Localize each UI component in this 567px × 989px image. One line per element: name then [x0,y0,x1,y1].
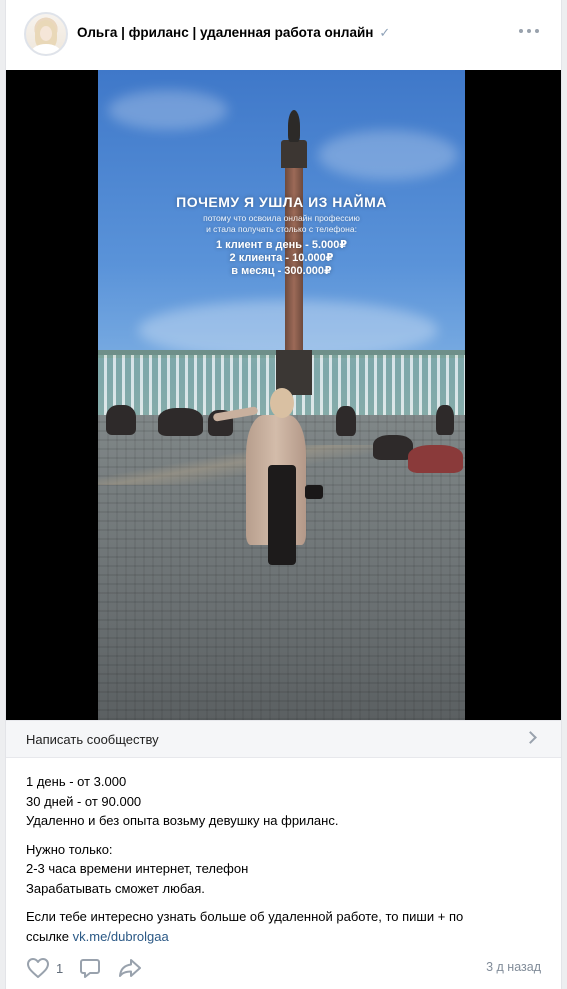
post-text: 1 день - от 3.000 30 дней - от 90.000 Уд… [26,772,546,946]
message-community-button[interactable]: Написать сообществу [6,720,561,758]
text-line: Удаленно и без опыта возьму девушку на ф… [26,813,339,828]
video-player[interactable]: ПОЧЕМУ Я УШЛА ИЗ НАЙМА потому что освоил… [6,70,561,720]
video-overlay-text: ПОЧЕМУ Я УШЛА ИЗ НАЙМА потому что освоил… [98,194,465,278]
verified-icon: ✓ [379,25,391,40]
share-button[interactable] [118,957,142,979]
text-line: 2-3 часа времени интернет, телефон [26,861,249,876]
overlay-subtitle-1: потому что освоила онлайн профессию [203,213,360,223]
overlay-line-1: 1 клиент в день - 5.000₽ [215,239,348,251]
share-icon [119,959,141,977]
text-line: ссылке vk.me/dubrolgaa [26,927,546,947]
post-timestamp[interactable]: 3 д назад [486,960,541,974]
heart-icon [27,958,49,978]
text-line: 1 день - от 3.000 [26,774,127,789]
video-frame[interactable]: ПОЧЕМУ Я УШЛА ИЗ НАЙМА потому что освоил… [98,70,465,720]
chevron-right-icon [524,731,537,744]
profile-link[interactable]: vk.me/dubrolgaa [73,929,169,944]
overlay-line-2: 2 клиента - 10.000₽ [229,252,334,264]
author-avatar[interactable] [24,12,68,56]
link-prefix: ссылке [26,928,69,944]
post-header: Ольга | фриланс | удаленная работа онлай… [6,0,561,70]
text-line: Зарабатывать сможет любая. [26,880,205,896]
like-button[interactable]: 1 [26,957,63,979]
text-line: Нужно только: [26,841,113,857]
text-line: 30 дней - от 90.000 [26,793,142,809]
comment-icon [80,959,100,978]
comment-button[interactable] [79,957,101,979]
post-card: Ольга | фриланс | удаленная работа онлай… [5,0,562,989]
message-community-label: Написать сообществу [26,732,159,747]
author-name-text[interactable]: Ольга | фриланс | удаленная работа онлай… [77,25,373,40]
post-footer: 1 3 д назад [6,952,561,982]
overlay-line-3: в месяц - 300.000₽ [231,265,332,277]
overlay-subtitle-2: и стала получать столько с телефона: [206,224,357,234]
text-line: Если тебе интересно узнать больше об уда… [26,909,464,924]
overlay-title: ПОЧЕМУ Я УШЛА ИЗ НАЙМА [176,194,387,210]
like-count: 1 [56,960,64,976]
more-horizontal-icon[interactable] [519,24,539,38]
author-name[interactable]: Ольга | фриланс | удаленная работа онлай… [77,25,390,41]
